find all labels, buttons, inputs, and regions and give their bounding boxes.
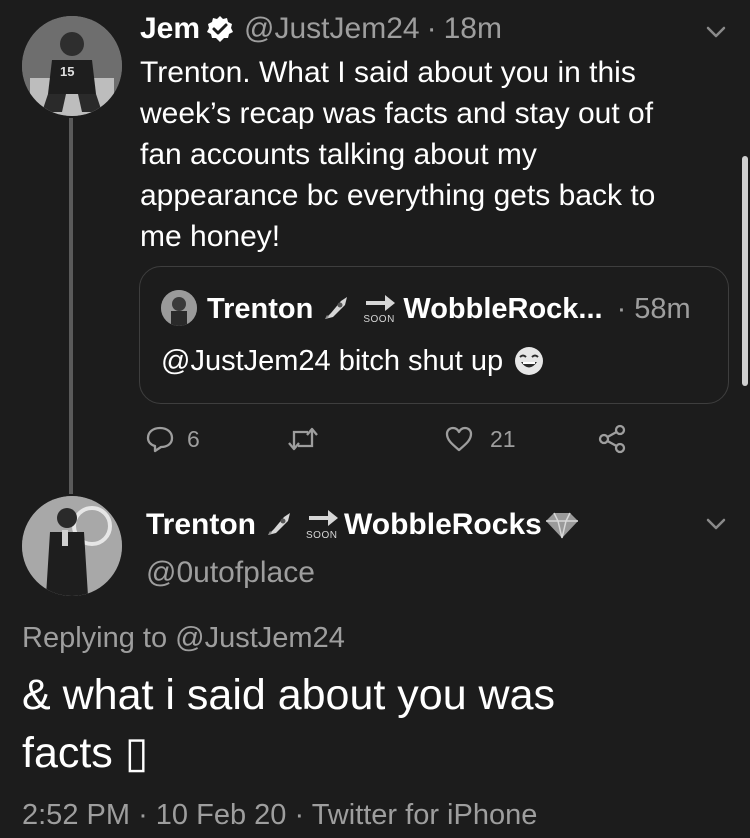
avatar-jersey-number: 15 (60, 64, 74, 79)
tweet-text-line: me honey! (140, 220, 281, 253)
replying-to-line: Replying to @JustJem24 (22, 618, 345, 658)
reply-author-header: Trenton SOON WobbleRocks (146, 505, 580, 545)
rocket-emoji-icon (264, 511, 294, 539)
tweet-author-name[interactable]: Jem (140, 12, 200, 46)
reply-date[interactable]: 10 Feb 20 (156, 799, 287, 831)
reply-source[interactable]: Twitter for iPhone (312, 799, 538, 831)
like-count: 21 (490, 425, 516, 452)
tweet-header: Jem @JustJem24 · 18m (140, 10, 502, 48)
tweet-text-line: week’s recap was facts and stay out of (140, 97, 654, 130)
quoted-author-name-rest: WobbleRock... (403, 292, 603, 325)
soon-label: SOON (306, 530, 338, 541)
reply-icon (145, 424, 175, 454)
reply-author-name[interactable]: Trenton (146, 508, 256, 542)
soon-arrow-icon: SOON (306, 507, 342, 543)
reply-time[interactable]: 2:52 PM (22, 799, 130, 831)
replying-to-prefix: Replying to (22, 622, 176, 654)
quoted-separator: · (616, 292, 627, 325)
quoted-header: Trenton SOON WobbleRock... · 58m (207, 290, 691, 328)
tweet-menu-chevron-icon[interactable] (702, 20, 730, 44)
tweet-text: Trenton. What I said about you in this w… (140, 52, 730, 257)
replying-to-handle[interactable]: @JustJem24 (175, 622, 345, 654)
avatar-jem[interactable]: 15 (22, 16, 122, 116)
share-icon[interactable] (597, 423, 627, 455)
verified-badge-icon (206, 15, 234, 43)
tweet-text-line: appearance bc everything gets back to (140, 179, 656, 212)
quoted-time: 58m (634, 292, 691, 325)
reply-author-handle[interactable]: @0utofplace (146, 553, 315, 593)
retweet-icon (286, 424, 320, 454)
thread-line (69, 118, 73, 494)
heart-icon (444, 424, 474, 454)
rocket-emoji-icon (321, 295, 351, 323)
reply-text-line: & what i said about you was (22, 671, 556, 719)
reply-count: 6 (187, 425, 200, 452)
tweet-time[interactable]: 18m (444, 12, 502, 46)
quoted-tweet-card[interactable] (139, 266, 729, 404)
laughing-emoji-icon (513, 345, 545, 377)
soon-label: SOON (363, 314, 395, 325)
reply-text: & what i said about you was facts ▯ (22, 666, 722, 782)
soon-arrow-icon: SOON (363, 292, 399, 326)
reply-action[interactable]: 6 (145, 422, 200, 456)
meta-separator: · (138, 799, 148, 831)
meta-separator: · (294, 799, 305, 831)
quoted-author-name: Trenton (207, 292, 314, 325)
reply-meta: 2:52 PM · 10 Feb 20 · Twitter for iPhone (22, 795, 537, 835)
reply-author-name-rest[interactable]: WobbleRocks (344, 508, 542, 542)
quoted-text-row: @JustJem24 bitch shut up (161, 342, 545, 380)
tweet-text-line: Trenton. What I said about you in this (140, 56, 636, 89)
gem-emoji-icon (544, 510, 580, 540)
avatar-trenton[interactable] (22, 496, 122, 596)
tweet-text-line: fan accounts talking about my (140, 138, 537, 171)
quoted-text: @JustJem24 bitch shut up (161, 344, 504, 377)
like-action[interactable]: 21 (444, 422, 516, 456)
tweet-author-handle[interactable]: @JustJem24 (244, 12, 420, 46)
reply-menu-chevron-icon[interactable] (702, 512, 730, 536)
tweet-separator: · (426, 12, 437, 45)
reply-text-line: facts ▯ (22, 729, 149, 777)
retweet-action[interactable] (286, 422, 330, 456)
scrollbar[interactable] (742, 156, 748, 386)
quoted-avatar (161, 290, 197, 326)
